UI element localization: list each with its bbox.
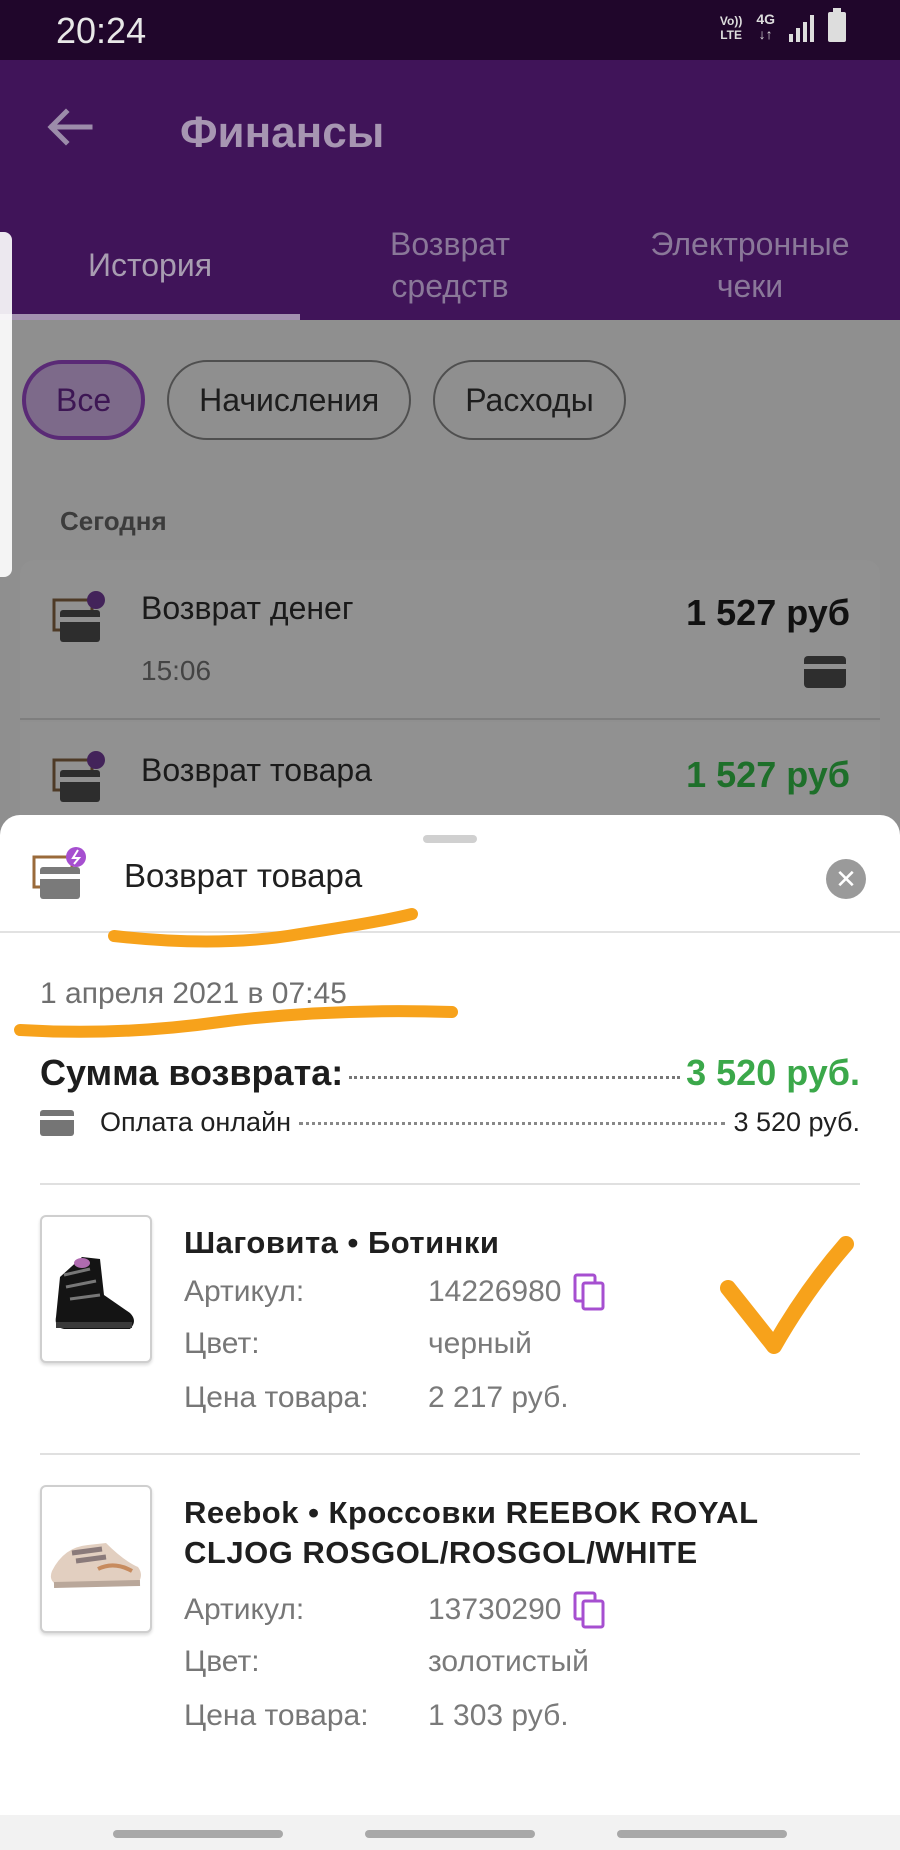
page-title: Финансы xyxy=(180,108,385,157)
status-time: 20:24 xyxy=(56,10,147,51)
transaction-title: Возврат товара xyxy=(141,752,373,788)
refund-wallet-icon xyxy=(30,845,90,905)
article-label: Артикул: xyxy=(184,1275,305,1308)
product-item: Reebok • Кроссовки REEBOK ROYAL CLJOG RO… xyxy=(40,1485,870,1745)
status-icons: Vo)) LTE 4G ↓↑ xyxy=(720,8,846,42)
network-4g-icon: 4G ↓↑ xyxy=(756,12,775,42)
payment-row: Оплата онлайн 3 520 руб. xyxy=(40,1107,860,1138)
refund-details-sheet: Возврат товара ✕ 1 апреля 2021 в 07:45 С… xyxy=(0,815,900,1815)
filter-chips: Все Начисления Расходы xyxy=(22,360,626,440)
chip-income[interactable]: Начисления xyxy=(167,360,412,440)
price-label: Цена товара: xyxy=(184,1699,369,1732)
article-label: Артикул: xyxy=(184,1593,305,1626)
product-name: Шаговита • Ботинки xyxy=(184,1225,500,1260)
nav-recents-button[interactable] xyxy=(113,1830,283,1838)
tab-refunds-label: Возврат средств xyxy=(390,226,510,304)
article-value: 14226980 xyxy=(428,1275,562,1308)
product-color-row: Цвет: золотистый xyxy=(184,1645,589,1679)
transaction-card[interactable]: Возврат денег 15:06 1 527 руб xyxy=(20,560,880,720)
refund-wallet-icon xyxy=(50,590,108,648)
volte-bottom-text: LTE xyxy=(720,28,742,42)
volte-icon: Vo)) LTE xyxy=(720,14,742,42)
system-nav-bar xyxy=(0,1815,900,1850)
product-name: Reebok • Кроссовки REEBOK ROYAL CLJOG RO… xyxy=(184,1495,758,1570)
tab-e-receipts-label: Электронные чеки xyxy=(650,226,850,304)
price-label: Цена товара: xyxy=(184,1381,369,1414)
signal-icon xyxy=(789,12,814,42)
nav-home-button[interactable] xyxy=(365,1830,535,1838)
tab-bar: История Возврат средств Электронные чеки xyxy=(0,210,900,320)
price-value: 2 217 руб. xyxy=(428,1381,569,1414)
refund-sum-row: Сумма возврата: 3 520 руб. xyxy=(40,1052,860,1094)
transaction-time: 15:06 xyxy=(141,655,212,686)
price-value: 1 303 руб. xyxy=(428,1699,569,1732)
product-image[interactable] xyxy=(40,1485,152,1633)
copy-icon[interactable] xyxy=(573,1591,607,1629)
back-arrow-icon[interactable] xyxy=(40,102,100,152)
network-type-text: 4G xyxy=(756,11,775,27)
card-icon xyxy=(40,1109,74,1136)
history-content: Все Начисления Расходы Сегодня Возврат д… xyxy=(0,320,900,842)
refund-sum-value: 3 520 руб. xyxy=(686,1052,860,1093)
product-price-row: Цена товара: 2 217 руб. xyxy=(184,1381,569,1415)
close-icon[interactable]: ✕ xyxy=(826,859,866,899)
transaction-title: Возврат денег xyxy=(141,590,354,626)
color-value: золотистый xyxy=(428,1645,589,1678)
section-date-label: Сегодня xyxy=(60,506,167,536)
color-value: черный xyxy=(428,1327,532,1360)
battery-icon xyxy=(828,8,846,42)
product-item: Шаговита • Ботинки Артикул: 14226980 Цве… xyxy=(40,1215,870,1414)
divider xyxy=(40,1183,860,1185)
copy-icon[interactable] xyxy=(573,1273,607,1311)
color-label: Цвет: xyxy=(184,1645,260,1678)
chip-expenses[interactable]: Расходы xyxy=(433,360,626,440)
payment-method-label: Оплата онлайн xyxy=(100,1107,292,1137)
product-image[interactable] xyxy=(40,1215,152,1363)
product-article-row: Артикул: 14226980 xyxy=(184,1273,607,1311)
tab-history[interactable]: История xyxy=(0,210,300,320)
refund-date: 1 апреля 2021 в 07:45 xyxy=(40,977,347,1010)
dotted-leader xyxy=(349,1076,681,1079)
volte-top-text: Vo)) xyxy=(719,14,743,28)
product-color-row: Цвет: черный xyxy=(184,1327,532,1361)
refund-wallet-icon xyxy=(50,750,108,808)
product-price-row: Цена товара: 1 303 руб. xyxy=(184,1699,569,1733)
tab-refunds[interactable]: Возврат средств xyxy=(300,210,600,320)
app-bar: Финансы История Возврат средств Электрон… xyxy=(0,60,900,320)
divider xyxy=(40,1453,860,1455)
network-arrows-text: ↓↑ xyxy=(758,26,773,42)
card-icon xyxy=(804,656,846,688)
sheet-drag-handle[interactable] xyxy=(423,835,477,843)
divider xyxy=(0,931,900,933)
refund-sum-label: Сумма возврата: xyxy=(40,1052,344,1093)
color-label: Цвет: xyxy=(184,1327,260,1360)
tab-e-receipts[interactable]: Электронные чеки xyxy=(600,210,900,320)
scroll-edge xyxy=(0,232,12,577)
product-article-row: Артикул: 13730290 xyxy=(184,1591,607,1629)
transaction-amount: 1 527 руб xyxy=(686,592,850,633)
sheet-title: Возврат товара xyxy=(124,857,363,894)
nav-back-button[interactable] xyxy=(617,1830,787,1838)
article-value: 13730290 xyxy=(428,1593,562,1626)
dotted-leader xyxy=(299,1122,726,1125)
payment-value: 3 520 руб. xyxy=(733,1107,860,1137)
chip-all[interactable]: Все xyxy=(22,360,146,440)
transaction-amount: 1 527 руб xyxy=(686,754,850,795)
status-bar: 20:24 Vo)) LTE 4G ↓↑ xyxy=(0,0,900,60)
